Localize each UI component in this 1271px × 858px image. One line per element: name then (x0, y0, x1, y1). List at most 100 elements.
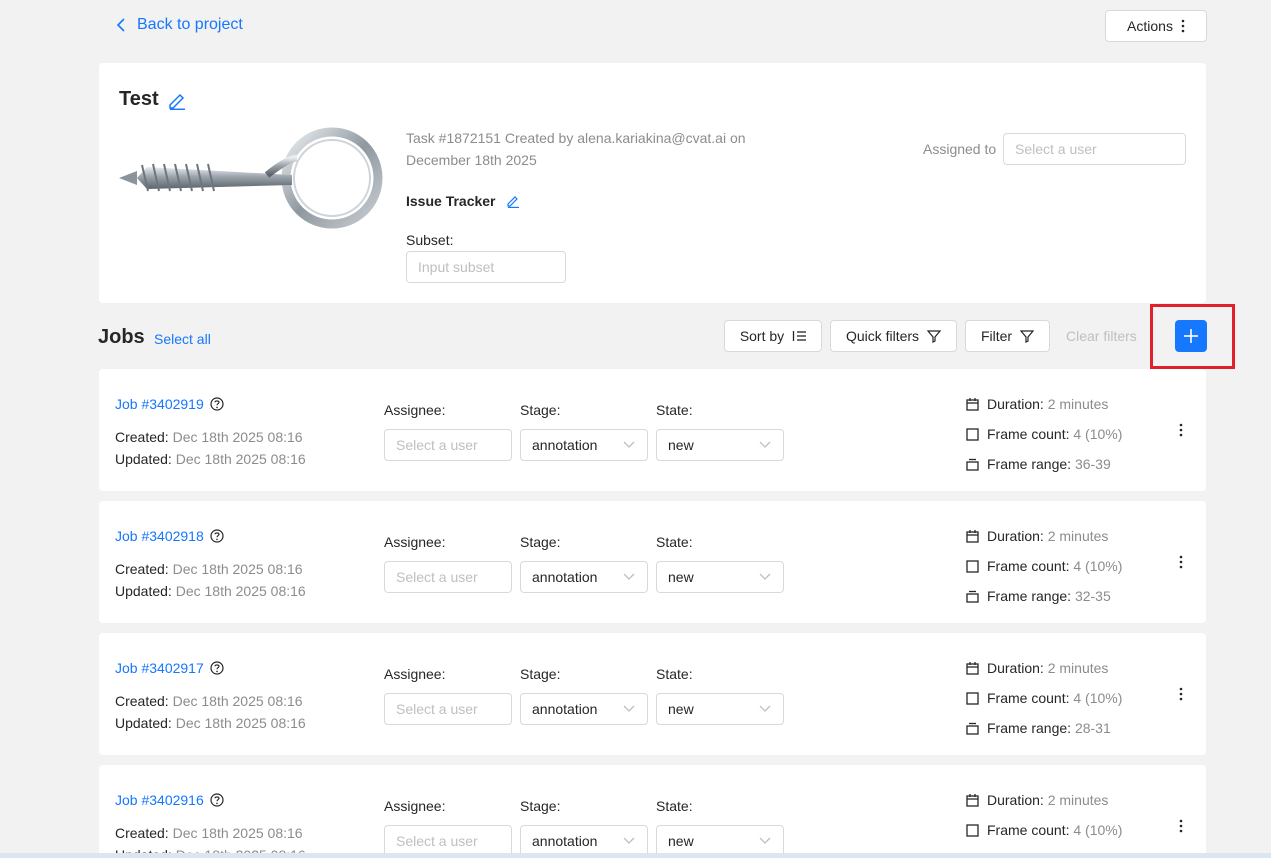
duration-row: Duration: 2 minutes (966, 792, 1108, 808)
chevron-down-icon (623, 441, 635, 448)
help-circle-icon[interactable] (210, 397, 224, 411)
frame-count-label: Frame count: (987, 822, 1070, 838)
updated-value: Dec 18th 2025 08:16 (175, 715, 306, 731)
assigned-to-select[interactable]: Select a user (1003, 133, 1186, 165)
filter-icon (927, 330, 942, 343)
back-to-project-link[interactable]: Back to project (115, 16, 243, 34)
chevron-down-icon (759, 441, 771, 448)
updated-label: Updated: (115, 715, 172, 731)
subset-input[interactable]: Input subset (406, 251, 566, 283)
state-value: new (668, 569, 694, 585)
duration-label: Duration: (987, 792, 1044, 808)
frames-icon (966, 590, 979, 603)
frame-count-value: 4 (10%) (1073, 558, 1123, 574)
calendar-icon (966, 661, 979, 675)
frame-count-row: Frame count: 4 (10%) (966, 558, 1122, 574)
task-info-line2: December 18th 2025 (406, 152, 537, 168)
job-link[interactable]: Job #3402919 (115, 396, 204, 412)
job-card: Job #3402919 Created: Dec 18th 2025 08:1… (99, 369, 1206, 491)
stage-select[interactable]: annotation (520, 429, 648, 461)
clear-filters-button[interactable]: Clear filters (1066, 328, 1137, 344)
assignee-label: Assignee: (384, 798, 446, 814)
state-select[interactable]: new (656, 693, 784, 725)
issue-tracker-label: Issue Tracker (406, 193, 496, 209)
duration-label: Duration: (987, 396, 1044, 412)
stage-label: Stage: (520, 666, 561, 682)
frame-range-label: Frame range: (987, 720, 1072, 736)
job-link[interactable]: Job #3402917 (115, 660, 204, 676)
frame-count-value: 4 (10%) (1073, 426, 1123, 442)
stage-value: annotation (532, 437, 598, 453)
state-select[interactable]: new (656, 561, 784, 593)
stage-select[interactable]: annotation (520, 561, 648, 593)
filter-button[interactable]: Filter (965, 320, 1050, 352)
calendar-icon (966, 397, 979, 411)
state-select[interactable]: new (656, 429, 784, 461)
job-title-row: Job #3402917 (115, 660, 224, 676)
frame-count-row: Frame count: 4 (10%) (966, 690, 1122, 706)
more-vertical-icon[interactable] (1179, 555, 1183, 569)
job-link[interactable]: Job #3402916 (115, 792, 204, 808)
task-title: Test (119, 88, 159, 110)
stage-value: annotation (532, 569, 598, 585)
task-info-line1: Task #1872151 Created by alena.kariakina… (406, 130, 746, 146)
add-job-button[interactable] (1175, 320, 1207, 352)
assignee-select[interactable]: Select a user (384, 561, 512, 593)
help-circle-icon[interactable] (210, 529, 224, 543)
updated-label: Updated: (115, 583, 172, 599)
state-label: State: (656, 798, 693, 814)
state-value: new (668, 437, 694, 453)
job-title-row: Job #3402916 (115, 792, 224, 808)
subset-label: Subset: (406, 232, 454, 248)
more-vertical-icon[interactable] (1179, 687, 1183, 701)
chevron-down-icon (623, 573, 635, 580)
chevron-down-icon (759, 705, 771, 712)
square-icon (966, 823, 979, 837)
more-vertical-icon[interactable] (1179, 819, 1183, 833)
actions-label: Actions (1127, 18, 1173, 34)
job-card: Job #3402917 Created: Dec 18th 2025 08:1… (99, 633, 1206, 755)
actions-button[interactable]: Actions (1105, 10, 1207, 42)
assignee-select[interactable]: Select a user (384, 693, 512, 725)
filter-label: Filter (980, 328, 1013, 344)
frame-count-row: Frame count: 4 (10%) (966, 426, 1122, 442)
frame-count-label: Frame count: (987, 558, 1070, 574)
state-value: new (668, 833, 694, 849)
sort-by-button[interactable]: Sort by (724, 320, 822, 352)
job-dates: Created: Dec 18th 2025 08:16 Updated: De… (115, 426, 306, 470)
created-value: Dec 18th 2025 08:16 (172, 561, 303, 577)
state-label: State: (656, 402, 693, 418)
duration-label: Duration: (987, 528, 1044, 544)
created-label: Created: (115, 693, 169, 709)
task-details-card: Test Task #1872151 Created by alena.kari… (99, 63, 1206, 303)
quick-filters-label: Quick filters (845, 328, 920, 344)
frame-range-row: Frame range: 36-39 (966, 456, 1111, 472)
calendar-icon (966, 529, 979, 543)
help-circle-icon[interactable] (210, 793, 224, 807)
frame-count-value: 4 (10%) (1073, 690, 1123, 706)
job-card: Job #3402916 Created: Dec 18th 2025 08:1… (99, 765, 1206, 858)
chevron-down-icon (759, 837, 771, 844)
duration-label: Duration: (987, 660, 1044, 676)
frame-range-row: Frame range: 32-35 (966, 588, 1111, 604)
bottom-scroll-edge (0, 853, 1271, 858)
edit-title-icon[interactable] (167, 90, 187, 110)
created-value: Dec 18th 2025 08:16 (172, 693, 303, 709)
frame-range-label: Frame range: (987, 456, 1072, 472)
quick-filters-button[interactable]: Quick filters (830, 320, 957, 352)
select-all-link[interactable]: Select all (154, 331, 211, 347)
stage-label: Stage: (520, 534, 561, 550)
chevron-down-icon (759, 573, 771, 580)
duration-row: Duration: 2 minutes (966, 396, 1108, 412)
job-link[interactable]: Job #3402918 (115, 528, 204, 544)
duration-value: 2 minutes (1047, 396, 1109, 412)
more-vertical-icon[interactable] (1179, 423, 1183, 437)
help-circle-icon[interactable] (210, 661, 224, 675)
stage-select[interactable]: annotation (520, 693, 648, 725)
assignee-select[interactable]: Select a user (384, 429, 512, 461)
duration-row: Duration: 2 minutes (966, 660, 1108, 676)
edit-issue-tracker-icon[interactable] (506, 194, 520, 208)
state-value: new (668, 701, 694, 717)
job-dates: Created: Dec 18th 2025 08:16 Updated: De… (115, 558, 306, 602)
jobs-title: Jobs (98, 326, 145, 348)
